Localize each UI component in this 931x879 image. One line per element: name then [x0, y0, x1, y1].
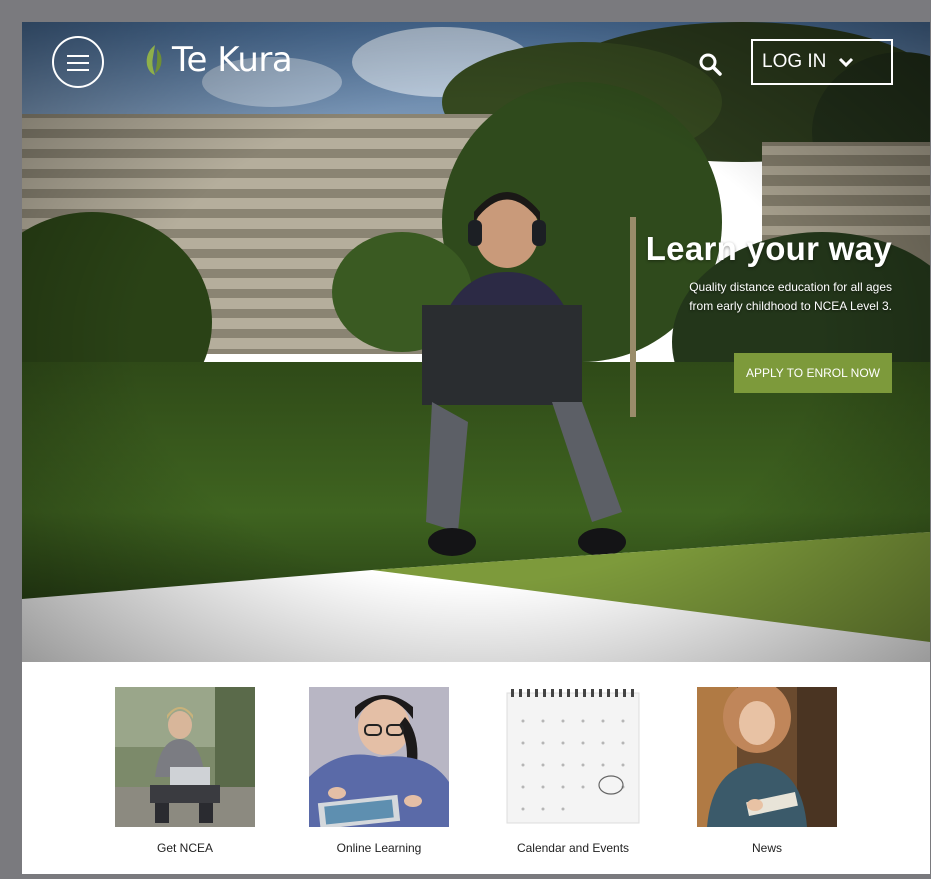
menu-bar: [67, 55, 89, 57]
quick-links: Get NCEA Online Learning Calendar and Ev…: [22, 687, 930, 867]
card-label: Calendar and Events: [516, 841, 630, 855]
hero-subtitle: Quality distance education for all ages …: [592, 278, 892, 316]
login-button[interactable]: LOG IN: [751, 39, 893, 85]
student-reading-photo: [697, 687, 837, 827]
page-frame: Te Kura LOG IN Learn your way Quality di…: [22, 22, 930, 874]
apply-to-enrol-button[interactable]: APPLY TO ENROL NOW: [734, 353, 892, 393]
card-label: Get NCEA: [156, 841, 213, 855]
card-label: Online Learning: [336, 841, 422, 855]
hero-banner: Te Kura LOG IN Learn your way Quality di…: [22, 22, 930, 662]
site-header: Te Kura LOG IN: [22, 22, 930, 112]
hero-photo: [22, 22, 930, 662]
card-label: News: [751, 841, 782, 855]
student-with-tablet-photo: [309, 687, 449, 827]
search-icon[interactable]: [698, 52, 724, 78]
card-get-ncea[interactable]: Get NCEA: [115, 687, 255, 855]
card-online-learning[interactable]: Online Learning: [309, 687, 449, 855]
card-calendar-and-events[interactable]: Calendar and Events: [503, 687, 643, 855]
logo-text: Te Kura: [172, 40, 293, 80]
chevron-down-icon: [839, 57, 854, 68]
hero-subtitle-line: from early childhood to NCEA Level 3.: [689, 299, 892, 313]
login-label: LOG IN: [762, 51, 827, 72]
site-logo[interactable]: Te Kura: [140, 40, 293, 80]
student-with-laptop-photo: [115, 687, 255, 827]
menu-bar: [67, 62, 89, 64]
hero-copy: Learn your way Quality distance educatio…: [592, 230, 892, 316]
hero-subtitle-line: Quality distance education for all ages: [689, 280, 892, 294]
calendar-photo: [503, 687, 643, 827]
menu-bar: [67, 69, 89, 71]
card-news[interactable]: News: [697, 687, 837, 855]
hero-title: Learn your way: [645, 230, 892, 267]
fern-logo-icon: [146, 45, 162, 75]
menu-icon[interactable]: [52, 36, 104, 88]
